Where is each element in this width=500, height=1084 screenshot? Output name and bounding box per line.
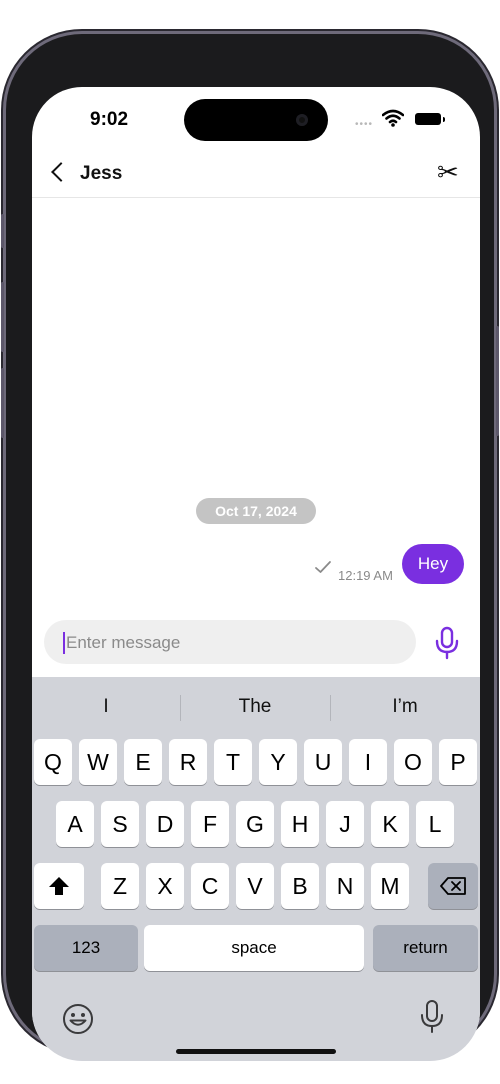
key[interactable]: G <box>236 801 274 847</box>
status-time: 9:02 <box>90 109 129 130</box>
key[interactable]: H <box>281 801 319 847</box>
key[interactable]: T <box>214 739 252 785</box>
phone-frame: 9:02 •••• Jess ✂ Oct 17, 2024 12:19 AM H… <box>1 34 499 1061</box>
shift-icon <box>49 877 69 895</box>
key[interactable]: Y <box>259 739 297 785</box>
message-input[interactable] <box>64 620 398 666</box>
action-button <box>1 214 4 248</box>
key[interactable]: V <box>236 863 274 909</box>
signal-icon: •••• <box>355 119 374 130</box>
suggestion[interactable]: The <box>181 677 329 733</box>
back-icon[interactable] <box>51 162 71 182</box>
volume-down-button <box>1 368 4 438</box>
volume-up-button <box>1 282 4 352</box>
microphone-icon[interactable] <box>432 626 462 660</box>
dictation-icon[interactable] <box>419 999 445 1035</box>
contact-name[interactable]: Jess <box>80 163 122 185</box>
key[interactable]: D <box>146 801 184 847</box>
key[interactable]: I <box>349 739 387 785</box>
key[interactable]: X <box>146 863 184 909</box>
return-key[interactable]: return <box>373 925 478 971</box>
key[interactable]: S <box>101 801 139 847</box>
camera-icon <box>296 114 308 126</box>
key[interactable]: K <box>371 801 409 847</box>
key[interactable]: Z <box>101 863 139 909</box>
keyboard: I The I’m Q W E R T Y U I O P A S D F G … <box>32 677 480 1061</box>
key[interactable]: A <box>56 801 94 847</box>
scissors-icon[interactable]: ✂ <box>437 157 459 188</box>
battery-icon <box>415 113 445 125</box>
key[interactable]: N <box>326 863 364 909</box>
backspace-key[interactable] <box>428 863 478 909</box>
date-separator: Oct 17, 2024 <box>196 498 316 524</box>
key[interactable]: B <box>281 863 319 909</box>
dynamic-island <box>184 99 328 141</box>
screen: 9:02 •••• Jess ✂ Oct 17, 2024 12:19 AM H… <box>32 87 480 1061</box>
key[interactable]: L <box>416 801 454 847</box>
key[interactable]: F <box>191 801 229 847</box>
message-composer[interactable] <box>44 620 416 666</box>
suggestion[interactable]: I <box>32 677 180 733</box>
key[interactable]: W <box>79 739 117 785</box>
checkmark-icon <box>315 561 331 573</box>
backspace-icon <box>440 877 466 895</box>
key[interactable]: E <box>124 739 162 785</box>
key[interactable]: P <box>439 739 477 785</box>
key[interactable]: M <box>371 863 409 909</box>
key[interactable]: J <box>326 801 364 847</box>
key[interactable]: U <box>304 739 342 785</box>
emoji-icon[interactable] <box>62 1003 94 1035</box>
power-button <box>496 326 499 436</box>
nav-bar: Jess ✂ <box>32 147 480 198</box>
key[interactable]: Q <box>34 739 72 785</box>
key[interactable]: R <box>169 739 207 785</box>
message-time: 12:19 AM <box>338 568 393 583</box>
space-key[interactable]: space <box>144 925 364 971</box>
wifi-icon <box>382 109 404 127</box>
suggestion[interactable]: I’m <box>331 677 479 733</box>
shift-key[interactable] <box>34 863 84 909</box>
key[interactable]: O <box>394 739 432 785</box>
home-indicator[interactable] <box>176 1049 336 1054</box>
key[interactable]: C <box>191 863 229 909</box>
numbers-key[interactable]: 123 <box>34 925 138 971</box>
message-bubble[interactable]: Hey <box>402 544 464 584</box>
